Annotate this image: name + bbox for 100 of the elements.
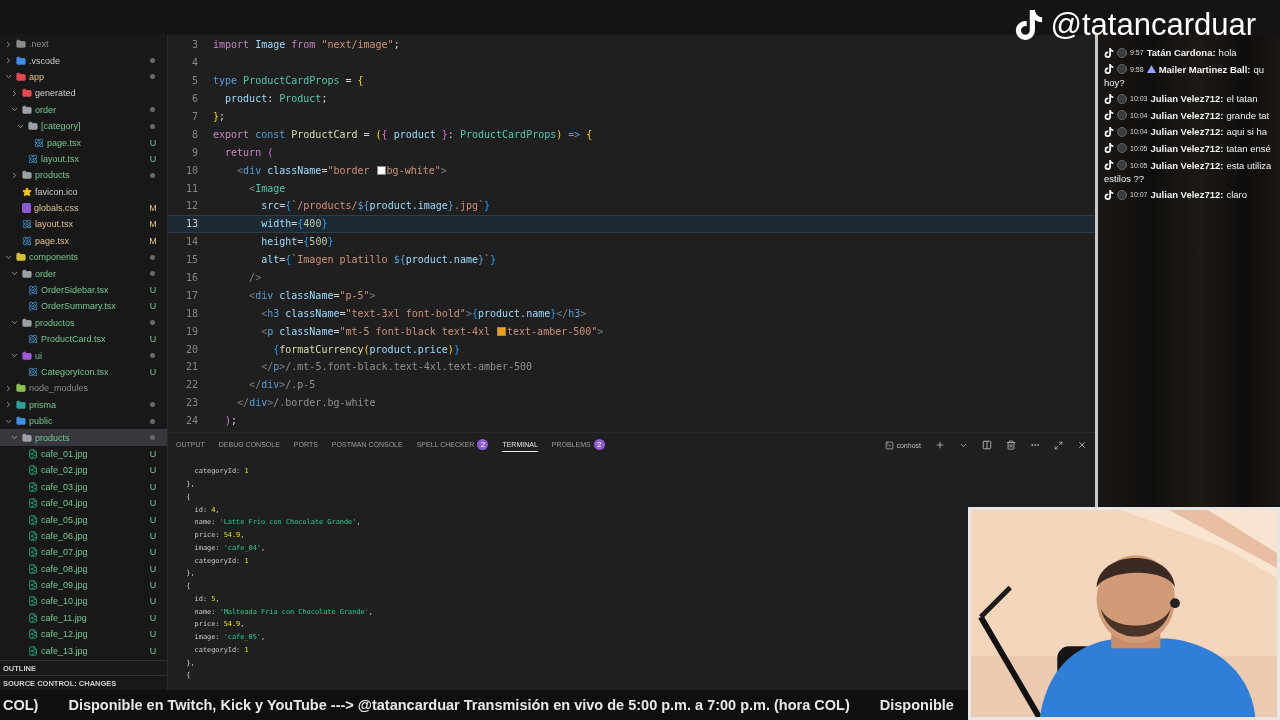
tree-item[interactable]: cafe_10.jpg U xyxy=(0,593,167,610)
tree-item[interactable]: cafe_09.jpg U xyxy=(0,576,167,594)
image-file-icon xyxy=(28,563,38,574)
tree-item[interactable]: cafe_02.jpg U xyxy=(0,462,167,479)
code-text: text-amber-500"> xyxy=(507,325,604,337)
tree-item[interactable]: node_modules xyxy=(0,380,167,397)
tree-item[interactable]: app xyxy=(0,68,167,86)
image-file-icon xyxy=(28,612,38,623)
tree-item[interactable]: cafe_06.jpg U xyxy=(0,527,167,545)
line-number: 8 xyxy=(190,128,198,140)
chat-username: Julian Velez712: xyxy=(1150,108,1224,122)
tree-item[interactable]: public xyxy=(0,413,167,430)
line-number: 11 xyxy=(184,182,198,194)
avatar-icon xyxy=(1117,110,1127,121)
tree-item[interactable]: products xyxy=(0,167,167,184)
tree-item[interactable]: globals.css M xyxy=(0,199,167,217)
tiktok-icon xyxy=(1104,126,1114,137)
channel-handle: @tatancarduar xyxy=(1050,6,1256,44)
tree-item[interactable]: cafe_05.jpg U xyxy=(0,511,167,528)
tree-item[interactable]: ProductCard.tsx U xyxy=(0,331,167,348)
atom-icon xyxy=(28,367,38,377)
tree-item[interactable]: OrderSidebar.tsx U xyxy=(0,281,167,299)
tree-item[interactable]: order xyxy=(0,265,167,282)
chat-username: Julian Velez712: xyxy=(1150,188,1224,202)
chat-message-text: hoy? xyxy=(1104,75,1126,89)
code-text: import Image from "next/image"; xyxy=(213,39,400,51)
maximize-button[interactable] xyxy=(1054,440,1063,450)
atom-icon xyxy=(28,334,38,345)
tree-item[interactable]: page.tsx U xyxy=(0,134,167,151)
image-file-icon xyxy=(28,547,38,558)
tree-item[interactable]: ui xyxy=(0,347,167,364)
tree-item[interactable]: .vscode xyxy=(0,52,167,69)
tree-item[interactable]: generated xyxy=(0,85,167,102)
tree-item[interactable]: cafe_04.jpg U xyxy=(0,494,167,512)
tree-item[interactable]: cafe_13.jpg U xyxy=(0,642,167,659)
tree-item[interactable]: productos xyxy=(0,314,167,332)
line-number: 19 xyxy=(184,325,198,337)
tree-item[interactable]: CategoryIcon.tsx U xyxy=(0,363,167,381)
trash-icon xyxy=(1006,440,1016,451)
chat-username: Julian Velez712: xyxy=(1150,92,1224,106)
tree-item[interactable]: layout.tsx U xyxy=(0,150,167,168)
tree-item[interactable]: order xyxy=(0,101,167,118)
tree-item[interactable]: cafe_08.jpg U xyxy=(0,560,167,577)
tree-item[interactable]: components xyxy=(0,249,167,266)
code-text: {formatCurrency(product.price)} xyxy=(272,343,460,355)
tree-item[interactable]: page.tsx M xyxy=(0,232,167,250)
code-text: <h3 className="text-3xl font-bold">{product.name}</h3> xyxy=(260,307,587,319)
chat-message-text: hola xyxy=(1218,46,1237,59)
line-number: 22 xyxy=(184,379,198,391)
line-number: 20 xyxy=(184,343,198,355)
code-text: </div>/.border.bg-white xyxy=(236,397,376,409)
count-badge: 2 xyxy=(477,439,489,451)
split-button[interactable] xyxy=(982,440,992,451)
tree-item[interactable]: cafe_07.jpg U xyxy=(0,544,167,561)
ticker-text: Disponible xyxy=(879,697,954,713)
tiktok-icon xyxy=(1104,64,1114,75)
tree-item[interactable]: layout.tsx M xyxy=(0,216,167,233)
image-file-icon xyxy=(28,481,38,492)
tree-item[interactable]: cafe_12.jpg U xyxy=(0,626,167,643)
code-text: height={500} xyxy=(260,236,334,248)
avatar-icon xyxy=(1117,64,1127,75)
atom-icon xyxy=(22,219,32,230)
tree-item[interactable]: prisma xyxy=(0,396,167,413)
ticker-text: COL) xyxy=(3,697,39,713)
atom-icon xyxy=(34,137,44,148)
tiktok-icon xyxy=(1014,10,1045,40)
new-terminal-button[interactable] xyxy=(935,440,945,451)
tree-item[interactable]: cafe_11.jpg U xyxy=(0,609,167,627)
tree-item[interactable]: favicon.ico xyxy=(0,183,167,200)
tree-item[interactable]: OrderSummary.tsx U xyxy=(0,298,167,315)
image-file-icon xyxy=(28,645,38,656)
code-text: alt={`Imagen platillo ${product.name}`} xyxy=(260,254,497,266)
code-text: <Image xyxy=(248,182,286,194)
image-file-icon xyxy=(28,514,38,525)
line-number: 6 xyxy=(190,93,198,105)
code-text: src={`/products/${product.image}.jpg`} xyxy=(260,200,491,212)
tree-item[interactable]: cafe_03.jpg U xyxy=(0,478,167,495)
tree-item[interactable]: products xyxy=(0,429,167,446)
chat-username: Mailer Martinez Ball: xyxy=(1158,62,1251,76)
close-icon xyxy=(1077,440,1087,451)
image-file-icon xyxy=(28,465,38,476)
code-text: type ProductCardProps = { xyxy=(213,75,364,87)
tiktok-icon xyxy=(1104,93,1114,104)
atom-icon xyxy=(28,285,38,296)
chat-message-text: el tatan xyxy=(1226,92,1258,106)
delete-button[interactable] xyxy=(1006,440,1016,451)
chat-message-text: esta utiliza xyxy=(1226,158,1272,172)
tree-item[interactable]: [category] xyxy=(0,117,167,135)
tree-item[interactable]: cafe_01.jpg U xyxy=(0,445,167,463)
tree-item[interactable]: .next xyxy=(0,36,167,53)
atom-icon xyxy=(28,153,38,164)
code-text: width={400} xyxy=(260,218,328,230)
atom-icon xyxy=(22,235,32,246)
chat-username: Julian Velez712: xyxy=(1150,158,1224,172)
line-number: 4 xyxy=(190,57,198,69)
close-button[interactable] xyxy=(1077,440,1087,451)
avatar-icon xyxy=(1117,189,1127,200)
chat-username: Julian Velez712: xyxy=(1150,125,1224,139)
code-text: </div>/.p-5 xyxy=(248,379,316,391)
count-badge: 2 xyxy=(593,439,605,451)
